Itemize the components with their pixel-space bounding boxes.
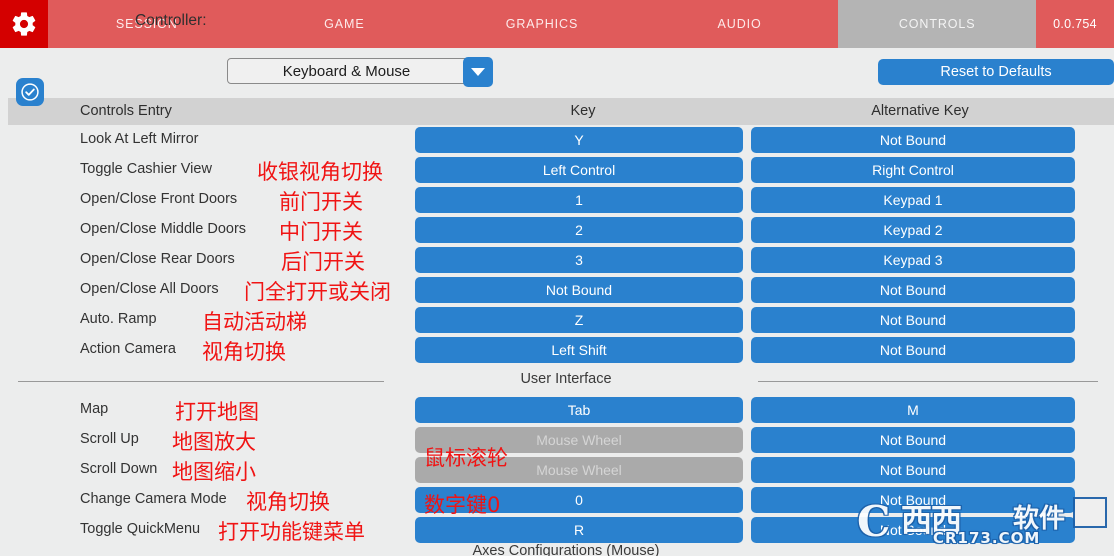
tab-game[interactable]: GAME	[245, 0, 444, 48]
ui-control-alt-key-button[interactable]: Not Bound	[751, 487, 1075, 513]
table-row: Open/Close All Doors 门全打开或关闭 Not Bound Not …	[0, 275, 1114, 305]
tab-audio[interactable]: AUDIO	[640, 0, 839, 48]
column-header-controls-entry: Controls Entry	[80, 103, 172, 119]
version-label: 0.0.754	[1053, 17, 1097, 31]
control-key-button[interactable]: 3	[415, 247, 743, 273]
table-row: Auto. Ramp 自动活动梯 Z Not Bound	[0, 305, 1114, 335]
chevron-down-icon[interactable]	[463, 57, 493, 87]
annotation-text: 前门开关	[279, 190, 363, 214]
control-alt-key-button[interactable]: Right Control	[751, 157, 1075, 183]
section-title-user-interface: User Interface	[520, 371, 612, 387]
control-entry-label: Open/Close Rear Doors	[80, 251, 235, 267]
ui-control-entry-label: Change Camera Mode	[80, 491, 227, 507]
control-entry-label: Open/Close Front Doors	[80, 191, 238, 207]
ui-control-alt-key-button[interactable]: Not Bound	[751, 427, 1075, 453]
table-row: Scroll Down 地图缩小 Mouse Wheel Not Bound	[0, 455, 1114, 485]
control-entry-label: Action Camera	[80, 341, 176, 357]
controls-table-body: Look At Left Mirror Y Not Bound Toggle Cash…	[0, 125, 1114, 365]
table-row: Look At Left Mirror Y Not Bound	[0, 125, 1114, 155]
table-row: Scroll Up 地图放大 Mouse Wheel Not Bound	[0, 425, 1114, 455]
control-key-button[interactable]: Y	[415, 127, 743, 153]
control-alt-key-button[interactable]: Keypad 2	[751, 217, 1075, 243]
control-key-button[interactable]: Left Control	[415, 157, 743, 183]
table-header-row: Controls Entry Key Alternative Key	[8, 98, 1114, 125]
reset-to-defaults-button[interactable]: Reset to Defaults	[878, 59, 1114, 85]
annotation-text: 打开功能键菜单	[218, 520, 365, 544]
control-alt-key-button[interactable]: Not Bound	[751, 337, 1075, 363]
ui-control-entry-label: Map	[80, 401, 109, 417]
tab-graphics[interactable]: GRAPHICS	[443, 0, 641, 48]
annotation-text: 后门开关	[281, 250, 365, 274]
control-alt-key-button[interactable]: Not Bound	[751, 127, 1075, 153]
controller-label: Controller:	[135, 12, 207, 29]
annotation-text: 视角切换	[246, 490, 330, 514]
column-header-key: Key	[570, 103, 596, 119]
control-alt-key-button[interactable]: Not Bound	[751, 277, 1075, 303]
annotation-text: 收银视角切换	[257, 160, 383, 184]
control-alt-key-button[interactable]: Keypad 1	[751, 187, 1075, 213]
control-key-button[interactable]: 1	[415, 187, 743, 213]
ui-control-entry-label: Scroll Up	[80, 431, 139, 447]
control-entry-label: Open/Close All Doors	[80, 281, 219, 297]
annotation-text: 打开地图	[175, 400, 259, 424]
ui-control-alt-key-button[interactable]: Not Bound	[751, 457, 1075, 483]
table-row: Open/Close Middle Doors 中门开关 2 Keypad 2	[0, 215, 1114, 245]
ui-control-entry-label: Scroll Down	[80, 461, 158, 477]
control-key-button[interactable]: Not Bound	[415, 277, 743, 303]
settings-window: SESSION GAME GRAPHICS AUDIO CONTROLS 0.0…	[0, 0, 1114, 556]
ui-control-key-button[interactable]: R	[415, 517, 743, 543]
table-row: Open/Close Front Doors 前门开关 1 Keypad 1	[0, 185, 1114, 215]
control-key-button[interactable]: Z	[415, 307, 743, 333]
section-title-axes-configurations: Axes Configurations (Mouse)	[472, 543, 660, 556]
control-key-button[interactable]: Left Shift	[415, 337, 743, 363]
table-row: Toggle Cashier View 收银视角切换 Left Control Rig…	[0, 155, 1114, 185]
control-alt-key-button[interactable]: Keypad 3	[751, 247, 1075, 273]
ui-control-key-button: Mouse Wheel	[415, 427, 743, 453]
control-entry-label: Toggle Cashier View	[80, 161, 212, 177]
annotation-text: 地图缩小	[172, 460, 256, 484]
table-row: Map 打开地图 Tab M	[0, 395, 1114, 425]
ui-control-alt-key-button[interactable]: Not Bound	[751, 517, 1075, 543]
check-circle-icon[interactable]	[16, 78, 44, 106]
column-header-alternative-key: Alternative Key	[871, 103, 969, 119]
control-alt-key-button[interactable]: Not Bound	[751, 307, 1075, 333]
user-interface-table-body: Map 打开地图 Tab M Scroll Up 地图放大 Mouse Wheel Not B…	[0, 395, 1114, 545]
ui-control-key-button: Mouse Wheel	[415, 457, 743, 483]
section-separator-user-interface: User Interface	[0, 369, 1114, 393]
control-entry-label: Auto. Ramp	[80, 311, 157, 327]
table-row: Toggle QuickMenu 打开功能键菜单 R Not Bound	[0, 515, 1114, 545]
table-row: Action Camera 视角切换 Left Shift Not Bound	[0, 335, 1114, 365]
annotation-text: 视角切换	[202, 340, 286, 364]
table-row: Change Camera Mode 视角切换 0 Not Bound	[0, 485, 1114, 515]
annotation-text: 自动活动梯	[202, 310, 307, 334]
controller-select-value: Keyboard & Mouse	[282, 62, 411, 80]
app-logo	[0, 0, 48, 48]
tab-controls[interactable]: CONTROLS	[838, 0, 1036, 48]
ui-control-key-button[interactable]: Tab	[415, 397, 743, 423]
annotation-text: 地图放大	[172, 430, 256, 454]
gear-icon	[10, 10, 38, 38]
control-entry-label: Open/Close Middle Doors	[80, 221, 247, 237]
control-entry-label: Look At Left Mirror	[80, 131, 199, 147]
ui-control-alt-key-button[interactable]: M	[751, 397, 1075, 423]
controller-select[interactable]: Keyboard & Mouse	[227, 57, 493, 87]
annotation-text: 中门开关	[279, 220, 363, 244]
ui-control-entry-label: Toggle QuickMenu	[80, 521, 201, 537]
annotation-text: 门全打开或关闭	[244, 280, 391, 304]
table-row: Open/Close Rear Doors 后门开关 3 Keypad 3	[0, 245, 1114, 275]
control-key-button[interactable]: 2	[415, 217, 743, 243]
ui-control-key-button[interactable]: 0	[415, 487, 743, 513]
